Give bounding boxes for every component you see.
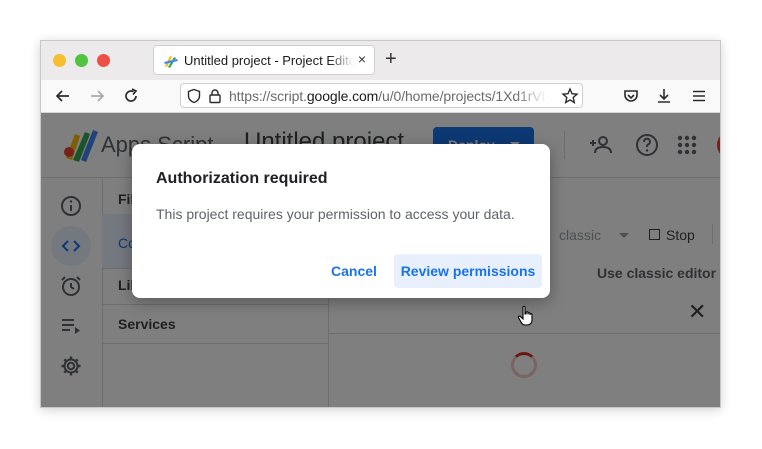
close-window-button[interactable] bbox=[97, 54, 110, 67]
forward-icon[interactable] bbox=[88, 87, 106, 105]
tab-strip: Untitled project - Project Editor - Apps… bbox=[41, 41, 720, 80]
minimize-button[interactable] bbox=[53, 54, 66, 67]
tab-title: Untitled project - Project Editor - Apps… bbox=[184, 53, 354, 68]
review-permissions-button[interactable]: Review permissions bbox=[394, 254, 542, 288]
url-text[interactable]: https://script.google.com/u/0/home/proje… bbox=[229, 88, 547, 104]
maximize-button[interactable] bbox=[75, 54, 88, 67]
authorization-dialog: Authorization required This project requ… bbox=[132, 144, 550, 298]
dialog-message: This project requires your permission to… bbox=[156, 206, 515, 222]
new-tab-button[interactable]: + bbox=[385, 49, 397, 69]
cancel-button[interactable]: Cancel bbox=[326, 254, 382, 288]
dialog-title: Authorization required bbox=[156, 170, 328, 187]
hand-pointer-icon bbox=[517, 305, 533, 326]
navigation-bar: https://script.google.com/u/0/home/proje… bbox=[41, 80, 720, 113]
apps-script-favicon bbox=[164, 56, 178, 68]
url-bar[interactable]: https://script.google.com/u/0/home/proje… bbox=[180, 83, 583, 108]
download-icon[interactable] bbox=[655, 87, 673, 105]
menu-icon[interactable] bbox=[690, 87, 708, 105]
reload-icon[interactable] bbox=[122, 87, 140, 105]
star-bookmark-icon[interactable] bbox=[561, 87, 579, 105]
shield-icon[interactable] bbox=[186, 88, 202, 104]
lock-icon[interactable] bbox=[207, 88, 223, 104]
tab-close-icon[interactable]: × bbox=[358, 51, 366, 67]
back-icon[interactable] bbox=[54, 87, 72, 105]
browser-tab[interactable]: Untitled project - Project Editor - Apps… bbox=[153, 45, 375, 75]
pocket-icon[interactable] bbox=[622, 87, 640, 105]
